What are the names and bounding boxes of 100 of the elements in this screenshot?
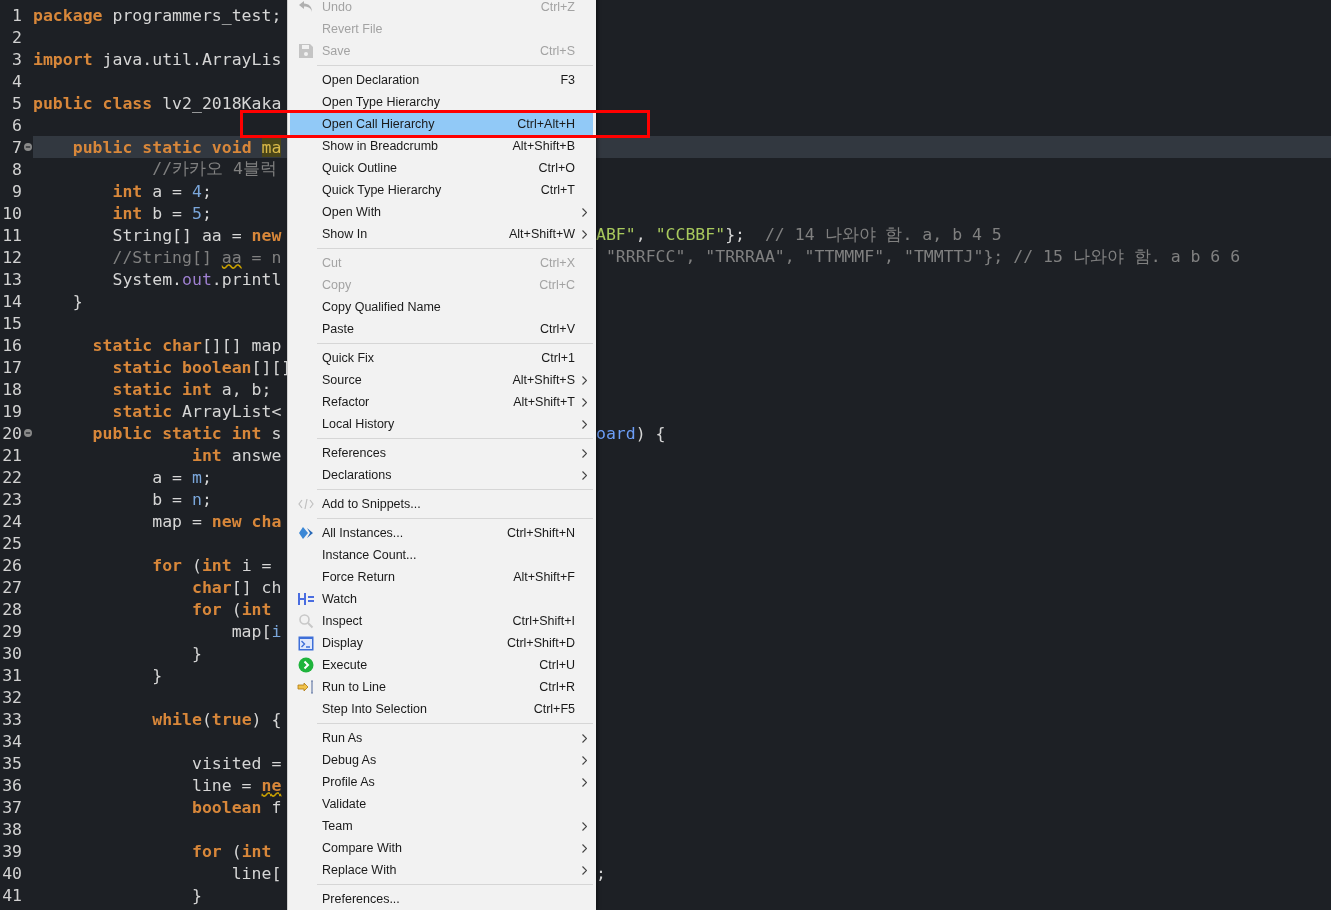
menu-item[interactable]: Local History [290,413,593,435]
code-line: for (int i = [152,555,272,575]
shortcut-text: Ctrl+Alt+H [517,117,575,131]
code-line: char[] ch [191,577,282,597]
shortcut-text: Ctrl+Shift+I [512,614,575,628]
code-line: line = ne [191,775,282,795]
menu-item[interactable]: Quick Outline Ctrl+O [290,157,593,179]
code-line: boolean f [191,797,282,817]
line-number: 12 [1,247,22,267]
menu-item[interactable]: Inspect Ctrl+Shift+I [290,610,593,632]
code-line: ABF", "CCBBF"}; // 14 나와야 함. a, b 4 5 [596,224,1002,246]
shortcut-text: Alt+Shift+S [512,373,575,387]
code-brackets-icon [298,498,314,510]
line-number: 17 [1,357,22,377]
menu-item[interactable]: Copy Qualified Name [290,296,593,318]
code-line: visited = [191,753,282,773]
line-number: 7 [11,137,22,157]
menu-item[interactable]: Step Into Selection Ctrl+F5 [290,698,593,720]
menu-item[interactable]: Force Return Alt+Shift+F [290,566,593,588]
menu-item[interactable]: All Instances... Ctrl+Shift+N [290,522,593,544]
menu-item[interactable]: Declarations [290,464,593,486]
shortcut-text: Ctrl+R [539,680,575,694]
menu-item[interactable]: Watch [290,588,593,610]
code-line: int answe [191,445,282,465]
menu-item[interactable]: Display Ctrl+Shift+D [290,632,593,654]
watch-expression-icon [297,592,315,606]
menu-item[interactable]: Quick Type Hierarchy Ctrl+T [290,179,593,201]
menu-item[interactable]: Quick Fix Ctrl+1 [290,347,593,369]
collapse-icon[interactable] [23,143,32,151]
line-number: 25 [1,533,22,553]
menu-item[interactable]: Execute Ctrl+U [290,654,593,676]
menu-item[interactable]: Source Alt+Shift+S [290,369,593,391]
code-line: public class lv2_2018Kaka [33,93,282,113]
arrow-to-line-icon [297,680,315,694]
collapse-icon[interactable] [23,429,32,437]
line-number: 38 [1,819,22,839]
menu-item[interactable]: Open Type Hierarchy [290,91,593,113]
line-number: 39 [1,841,22,861]
code-line: ; [596,863,606,883]
shortcut-text: Ctrl+T [540,183,575,197]
line-number: 32 [1,687,22,707]
code-line: static int a, b; [112,379,272,399]
line-number: 35 [1,753,22,773]
menu-item[interactable]: Refactor Alt+Shift+T [290,391,593,413]
menu-item[interactable]: Instance Count... [290,544,593,566]
code-line: static ArrayList< [112,401,282,421]
menu-item[interactable]: Profile As [290,771,593,793]
code-line: int a = 4; [112,181,212,201]
code-line: String[] aa = new [112,225,282,245]
menu-item[interactable]: Team [290,815,593,837]
menu-item[interactable]: Replace With [290,859,593,881]
diamond-icon [298,526,314,540]
line-number: 16 [1,335,22,355]
menu-item[interactable]: Add to Snippets... [290,493,593,515]
line-number: 23 [1,489,22,509]
menu-item[interactable]: Paste Ctrl+V [290,318,593,340]
code-line: //String[] aa = n [112,247,282,267]
shortcut-text: Alt+Shift+T [513,395,575,409]
line-number: 2 [11,27,22,47]
line-number: 26 [1,555,22,575]
menu-item[interactable]: Run to Line Ctrl+R [290,676,593,698]
code-line: public static int s [92,423,282,443]
shortcut-text: Ctrl+Shift+D [506,636,575,650]
code-line: oard) { [596,423,666,443]
code-line: int b = 5; [112,203,212,223]
line-number: 8 [11,159,22,179]
code-line: map = new cha [152,511,282,531]
line-number: 14 [1,291,22,311]
menu-item[interactable]: Open With [290,201,593,223]
menu-item[interactable]: Show in Breadcrumb Alt+Shift+B [290,135,593,157]
menu-item[interactable]: Show In Alt+Shift+W [290,223,593,245]
code-line: a = m; [152,467,212,487]
menu-item[interactable]: Open Declaration F3 [290,69,593,91]
code-line: System.out.printl [112,269,282,289]
code-line: for (int [191,599,272,619]
line-number: 21 [1,445,22,465]
line-number: 34 [1,731,22,751]
shortcut-text: Alt+Shift+W [509,227,575,241]
console-icon [298,635,314,651]
code-line: map[i [231,621,282,641]
code-line: } [152,665,163,685]
line-number: 20 [1,423,22,443]
code-line: b = n; [152,489,212,509]
menu-item[interactable]: Validate [290,793,593,815]
code-line: } [191,885,202,905]
line-number: 40 [1,863,22,883]
menu-item[interactable]: Preferences... [290,888,593,910]
undo-icon [298,0,314,14]
line-number: 27 [1,577,22,597]
line-number: 9 [11,181,22,201]
menu-item[interactable]: References [290,442,593,464]
menu-item[interactable]: Open Call Hierarchy Ctrl+Alt+H [290,113,593,135]
menu-item[interactable]: Debug As [290,749,593,771]
line-number: 11 [1,225,22,245]
line-number: 28 [1,599,22,619]
shortcut-text: Ctrl+V [539,322,575,336]
menu-item[interactable]: Run As [290,727,593,749]
shortcut-text: Ctrl+U [539,658,575,672]
menu-item[interactable]: Compare With [290,837,593,859]
code-line: while(true) { [152,709,282,729]
